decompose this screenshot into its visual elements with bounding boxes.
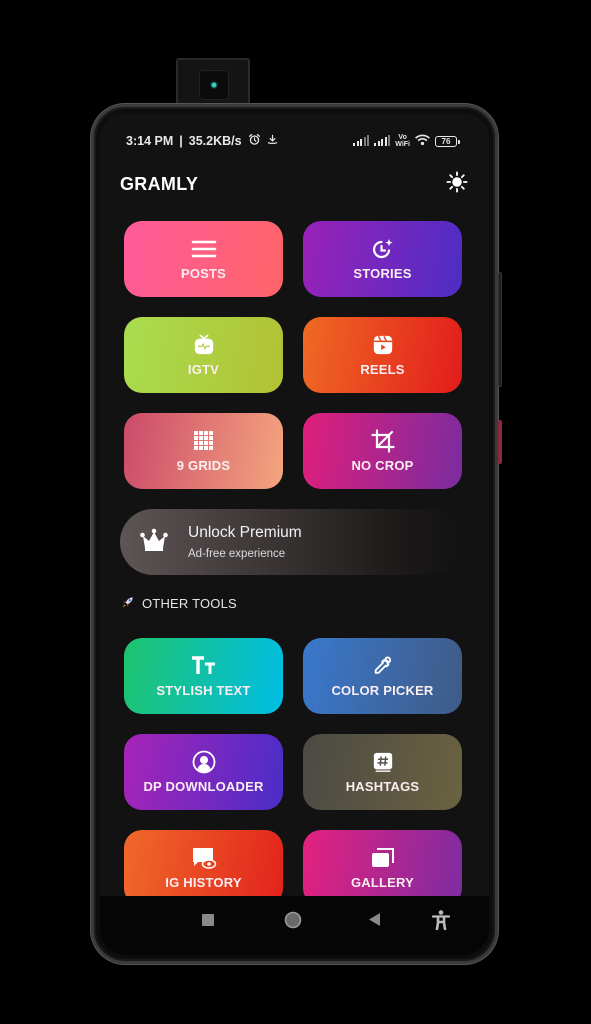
section-title: OTHER TOOLS xyxy=(142,596,237,611)
tool-label: COLOR PICKER xyxy=(331,683,434,698)
network-speed: 35.2KB/s xyxy=(188,134,242,148)
app-title: GRAMLY xyxy=(120,173,199,194)
tool-label: DP DOWNLOADER xyxy=(143,779,264,794)
home-icon xyxy=(284,911,302,934)
tool-label: STORIES xyxy=(353,266,412,281)
tool-gallery[interactable]: GALLERY xyxy=(303,830,462,906)
eyedropper-icon xyxy=(370,654,396,678)
popup-camera xyxy=(176,58,250,108)
app-bar: GRAMLY xyxy=(120,170,470,198)
battery-level: 76 xyxy=(441,136,451,146)
home-button[interactable] xyxy=(281,910,305,934)
status-time: 3:14 PM xyxy=(126,134,174,148)
premium-title: Unlock Premium xyxy=(188,524,302,541)
tool-label: NO CROP xyxy=(351,458,414,473)
system-nav-bar xyxy=(100,896,489,955)
tool-no-crop[interactable]: NO CROP xyxy=(303,413,462,489)
tool-stories[interactable]: STORIES xyxy=(303,221,462,297)
menu-lines-icon xyxy=(191,237,217,261)
tool-ig-history[interactable]: IG HISTORY xyxy=(124,830,283,906)
crop-icon xyxy=(370,429,396,453)
vowifi-icon: Vo WiFi xyxy=(395,134,410,148)
accessibility-icon xyxy=(431,909,451,935)
unlock-premium-banner[interactable]: Unlock Premium Ad-free experience xyxy=(120,509,462,575)
theme-toggle-button[interactable] xyxy=(444,170,470,198)
main-tools-grid: POSTS STORIES IGTV REELS 9 GRIDS NO CROP xyxy=(124,221,462,489)
hashtag-icon xyxy=(370,750,396,774)
tool-label: IG HISTORY xyxy=(165,875,242,890)
other-tools-header: OTHER TOOLS xyxy=(121,595,237,612)
tool-label: IGTV xyxy=(187,362,220,377)
alarm-icon xyxy=(248,133,261,149)
profile-icon xyxy=(191,750,217,774)
gallery-icon xyxy=(370,846,396,870)
tool-reels[interactable]: REELS xyxy=(303,317,462,393)
tool-label: REELS xyxy=(360,362,405,377)
status-bar: 3:14 PM | 35.2KB/s Vo WiFi 76 xyxy=(100,131,489,151)
camera-lens-icon xyxy=(199,70,229,100)
signal-sim2-icon xyxy=(374,135,391,146)
wifi-icon xyxy=(415,134,430,149)
tool-posts[interactable]: POSTS xyxy=(124,221,283,297)
volume-button xyxy=(498,272,502,387)
tool-hashtags[interactable]: HASHTAGS xyxy=(303,734,462,810)
tool-color-picker[interactable]: COLOR PICKER xyxy=(303,638,462,714)
rocket-icon xyxy=(121,595,135,612)
power-button xyxy=(498,420,502,464)
tool-igtv[interactable]: IGTV xyxy=(124,317,283,393)
grid-icon xyxy=(191,429,217,453)
download-icon xyxy=(267,134,278,148)
signal-sim1-icon xyxy=(353,135,370,146)
status-separator: | xyxy=(179,134,183,148)
tool-stylish-text[interactable]: STYLISH TEXT xyxy=(124,638,283,714)
chat-eye-icon xyxy=(191,846,217,870)
recents-button[interactable] xyxy=(196,910,220,934)
recents-icon xyxy=(202,913,214,931)
accessibility-button[interactable] xyxy=(429,909,453,935)
back-icon xyxy=(369,913,381,931)
crown-icon xyxy=(139,528,169,557)
clock-sparkle-icon xyxy=(370,237,396,261)
sun-icon xyxy=(446,170,468,198)
other-tools-grid: STYLISH TEXT COLOR PICKER DP DOWNLOADER … xyxy=(124,638,462,906)
tool-9-grids[interactable]: 9 GRIDS xyxy=(124,413,283,489)
screen: 3:14 PM | 35.2KB/s Vo WiFi 76 GRAMLY POS… xyxy=(100,113,489,955)
back-button[interactable] xyxy=(363,910,387,934)
tool-dp-downloader[interactable]: DP DOWNLOADER xyxy=(124,734,283,810)
tool-label: 9 GRIDS xyxy=(176,458,231,473)
tool-label: HASHTAGS xyxy=(345,779,420,794)
battery-icon: 76 xyxy=(435,135,460,147)
premium-subtitle: Ad-free experience xyxy=(188,548,286,560)
reels-icon xyxy=(370,333,396,357)
igtv-icon xyxy=(191,333,217,357)
tool-label: GALLERY xyxy=(350,875,415,890)
tool-label: POSTS xyxy=(180,266,227,281)
tool-label: STYLISH TEXT xyxy=(156,683,251,698)
text-size-icon xyxy=(191,654,217,678)
